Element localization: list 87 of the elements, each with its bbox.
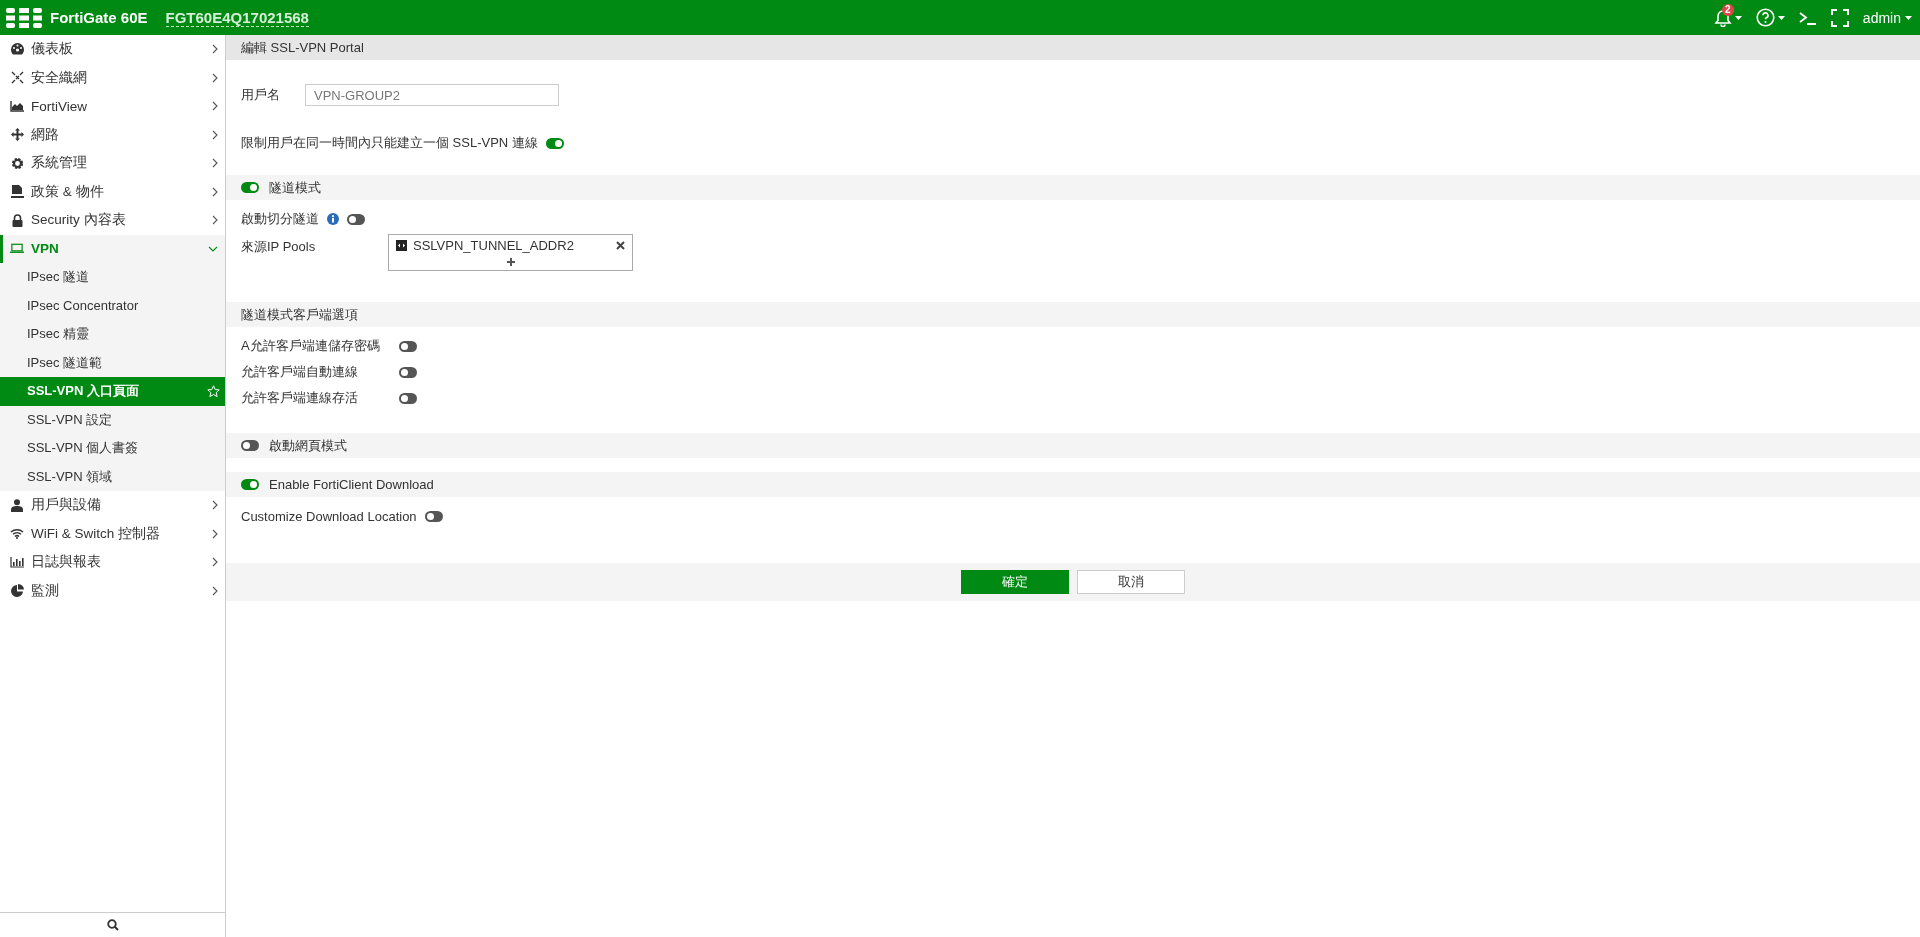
toggle-switch[interactable] <box>424 510 443 522</box>
sidebar-item[interactable]: Security 內容表 <box>0 206 225 235</box>
serial-number[interactable]: FGT60E4Q17021568 <box>165 8 309 27</box>
sidebar-subitem[interactable]: IPsec 精靈 <box>0 320 225 349</box>
sidebar-subitem[interactable]: IPsec Concentrator <box>0 291 225 320</box>
sidebar-item[interactable]: 日誌與報表 <box>0 548 225 577</box>
sidebar-subitem[interactable]: SSL-VPN 入口頁面 <box>0 377 225 406</box>
notification-badge: 2 <box>1721 3 1734 16</box>
info-icon[interactable] <box>327 213 339 225</box>
toggle-switch[interactable] <box>399 366 417 378</box>
toggle-switch[interactable] <box>241 479 259 490</box>
sidebar-item[interactable]: 政策 & 物件 <box>0 177 225 206</box>
fullscreen-icon[interactable] <box>1830 8 1849 27</box>
sidebar-item[interactable]: 網路 <box>0 120 225 149</box>
sidebar-item[interactable]: 儀表板 <box>0 35 225 64</box>
toggle-switch[interactable] <box>399 392 417 404</box>
sidebar-item[interactable]: 安全織網 <box>0 63 225 92</box>
search-icon[interactable] <box>106 919 119 931</box>
chevron-right-icon <box>212 44 218 55</box>
chevron-right-icon <box>212 72 218 83</box>
laptop-icon <box>10 243 24 255</box>
remove-icon[interactable] <box>616 241 625 250</box>
sidebar-item[interactable]: 用戶與設備 <box>0 491 225 520</box>
sidebar-item[interactable]: WiFi & Switch 控制器 <box>0 519 225 548</box>
gear-icon <box>10 156 24 170</box>
section-title: 隧道模式 <box>269 178 321 197</box>
caret-icon[interactable] <box>1777 15 1785 20</box>
page-title: 編輯 SSL-VPN Portal <box>226 35 1920 60</box>
chevron-right-icon <box>212 528 218 539</box>
sidebar-item[interactable]: 系統管理 <box>0 149 225 178</box>
wifi-icon <box>10 528 24 540</box>
sidebar-item[interactable]: 監測 <box>0 576 225 605</box>
field-label: 啟動切分隧道 <box>241 210 319 228</box>
caret-icon[interactable] <box>1734 15 1742 20</box>
lock-icon <box>11 213 23 227</box>
sidebar-item[interactable]: VPN <box>0 234 225 263</box>
field-label: 來源IP Pools <box>241 238 317 256</box>
field-label: 允許客戶端自動連線 <box>241 363 359 381</box>
add-icon[interactable] <box>506 258 515 266</box>
chevron-right-icon <box>212 557 218 568</box>
user-menu[interactable]: admin <box>1862 9 1912 26</box>
chevron-right-icon <box>212 215 218 226</box>
sidebar-subitem[interactable]: SSL-VPN 領域 <box>0 462 225 491</box>
sidebar-item[interactable]: FortiView <box>0 92 225 121</box>
toggle-switch[interactable] <box>399 340 417 352</box>
field-label: Customize Download Location <box>241 508 417 524</box>
field-label: A允許客戶端連儲存密碼 <box>241 337 381 355</box>
caret-icon[interactable] <box>1905 15 1912 20</box>
chevron-right-icon <box>212 500 218 511</box>
address-entry: SSLVPN_TUNNEL_ADDR2 <box>413 238 575 253</box>
ok-button[interactable]: 確定 <box>961 570 1069 594</box>
section-title: Enable FortiClient Download <box>269 477 434 492</box>
field-label: 用戶名 <box>241 86 281 104</box>
area-chart-icon <box>10 100 24 112</box>
logo-icon <box>6 7 42 28</box>
chevron-right-icon <box>212 158 218 169</box>
star-icon[interactable] <box>207 384 220 398</box>
gauge-icon <box>10 43 24 56</box>
fabric-icon <box>10 71 24 85</box>
chevron-right-icon <box>212 101 218 112</box>
pie-chart-icon <box>10 584 24 598</box>
chevron-right-icon <box>212 129 218 140</box>
document-icon <box>10 185 24 199</box>
section-title: 隧道模式客戶端選項 <box>241 305 358 324</box>
sidebar-subitem[interactable]: SSL-VPN 個人書簽 <box>0 434 225 463</box>
bar-chart-icon <box>10 556 24 568</box>
chevron-right-icon <box>212 585 218 596</box>
section-title: 啟動網頁模式 <box>269 436 347 455</box>
sidebar-subitem[interactable]: IPsec 隧道 <box>0 263 225 292</box>
name-field[interactable]: VPN-GROUP2 <box>305 84 559 106</box>
field-label: 允許客戶端連線存活 <box>241 389 359 407</box>
toggle-switch[interactable] <box>347 213 365 225</box>
sidebar-subitem[interactable]: IPsec 隧道範 <box>0 348 225 377</box>
move-arrows-icon <box>10 128 24 142</box>
sidebar-subitem[interactable]: SSL-VPN 設定 <box>0 405 225 434</box>
toggle-switch[interactable] <box>545 137 564 149</box>
chevron-down-icon <box>208 245 218 252</box>
cancel-button[interactable]: 取消 <box>1077 570 1185 594</box>
field-label: 限制用戶在同一時間內只能建立一個 SSL-VPN 連線 <box>241 134 538 152</box>
toggle-switch[interactable] <box>241 182 259 193</box>
help-icon[interactable] <box>1755 8 1775 27</box>
chevron-right-icon <box>212 186 218 197</box>
person-icon <box>11 498 23 512</box>
toggle-switch[interactable] <box>241 440 259 451</box>
device-model: FortiGate 60E <box>50 9 148 26</box>
terminal-icon[interactable] <box>1798 10 1817 25</box>
address-range-icon <box>396 240 407 251</box>
